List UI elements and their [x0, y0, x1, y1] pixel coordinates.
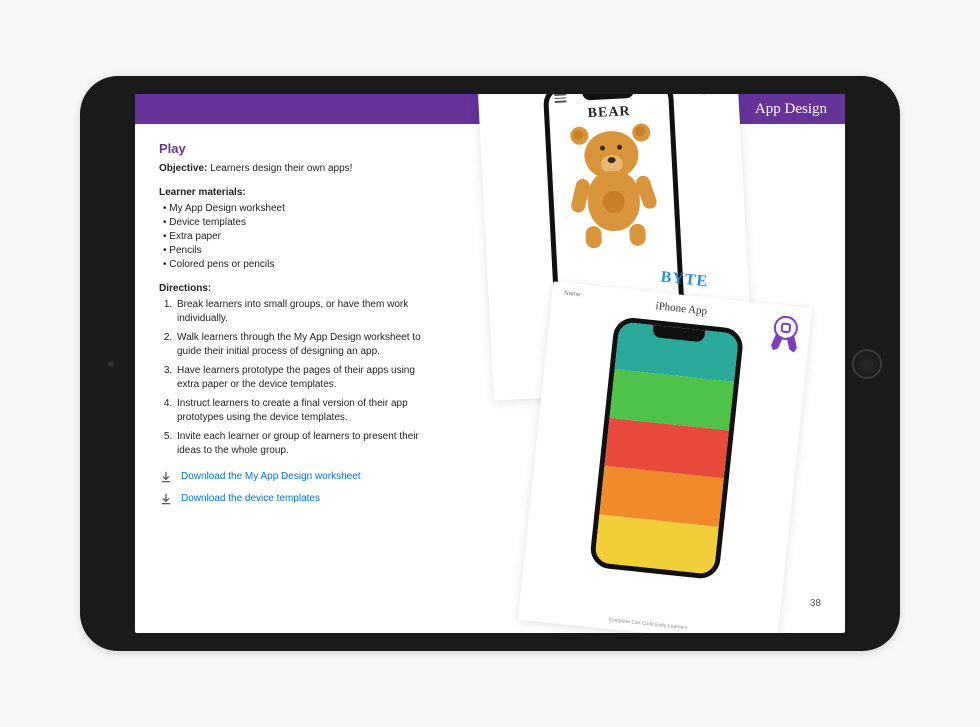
ipad-camera — [108, 361, 114, 367]
hamburger-icon — [554, 94, 566, 102]
download-link-worksheet[interactable]: Download the My App Design worksheet — [181, 470, 361, 484]
download-link-templates[interactable]: Download the device templates — [181, 492, 320, 506]
materials-heading: Learner materials: — [159, 186, 433, 200]
ipad-screen: App Design Play Objective: Learners desi… — [135, 94, 845, 633]
list-item: Walk learners through the My App Design … — [175, 331, 433, 359]
list-item: Break learners into small groups, or hav… — [175, 298, 433, 326]
ipad-home-button[interactable] — [852, 349, 882, 379]
directions-list: Break learners into small groups, or hav… — [175, 298, 433, 458]
play-heading: Play — [159, 140, 433, 158]
objective-label: Objective: — [159, 163, 207, 174]
download-row-worksheet[interactable]: Download the My App Design worksheet — [159, 470, 433, 484]
materials-list: My App Design worksheet Device templates… — [163, 202, 433, 272]
worksheet-footer: Everyone Can Code Early Learners — [519, 608, 778, 633]
bear-drawing — [568, 129, 658, 243]
phone-template — [589, 316, 745, 580]
phone-notch — [582, 94, 635, 101]
list-item: Instruct learners to create a final vers… — [175, 397, 433, 425]
objective-text: Learners design their own apps! — [207, 163, 352, 174]
list-item: Invite each learner or group of learners… — [175, 430, 433, 458]
list-item: Extra paper — [163, 230, 433, 244]
download-icon — [159, 470, 173, 484]
page-number: 38 — [810, 598, 821, 609]
page-content: Play Objective: Learners design their ow… — [135, 124, 845, 633]
list-item: Pencils — [163, 244, 433, 258]
list-item: Device templates — [163, 216, 433, 230]
award-ribbon-icon — [769, 314, 801, 357]
app-name-bear: BEAR — [549, 102, 670, 124]
worksheet-area: Name: iPhone App BEAR — [455, 114, 845, 633]
download-icon — [159, 492, 173, 506]
objective-line: Objective: Learners design their own app… — [159, 162, 433, 176]
directions-heading: Directions: — [159, 282, 433, 296]
list-item: Have learners prototype the pages of the… — [175, 364, 433, 392]
ipad-device-frame: App Design Play Objective: Learners desi… — [80, 76, 900, 651]
download-row-templates[interactable]: Download the device templates — [159, 492, 433, 506]
text-column: Play Objective: Learners design their ow… — [135, 124, 445, 633]
list-item: Colored pens or pencils — [163, 258, 433, 272]
list-item: My App Design worksheet — [163, 202, 433, 216]
worksheet-byte: Name: iPhone App BYTE — [518, 281, 812, 633]
award-ribbon-icon — [699, 94, 729, 99]
